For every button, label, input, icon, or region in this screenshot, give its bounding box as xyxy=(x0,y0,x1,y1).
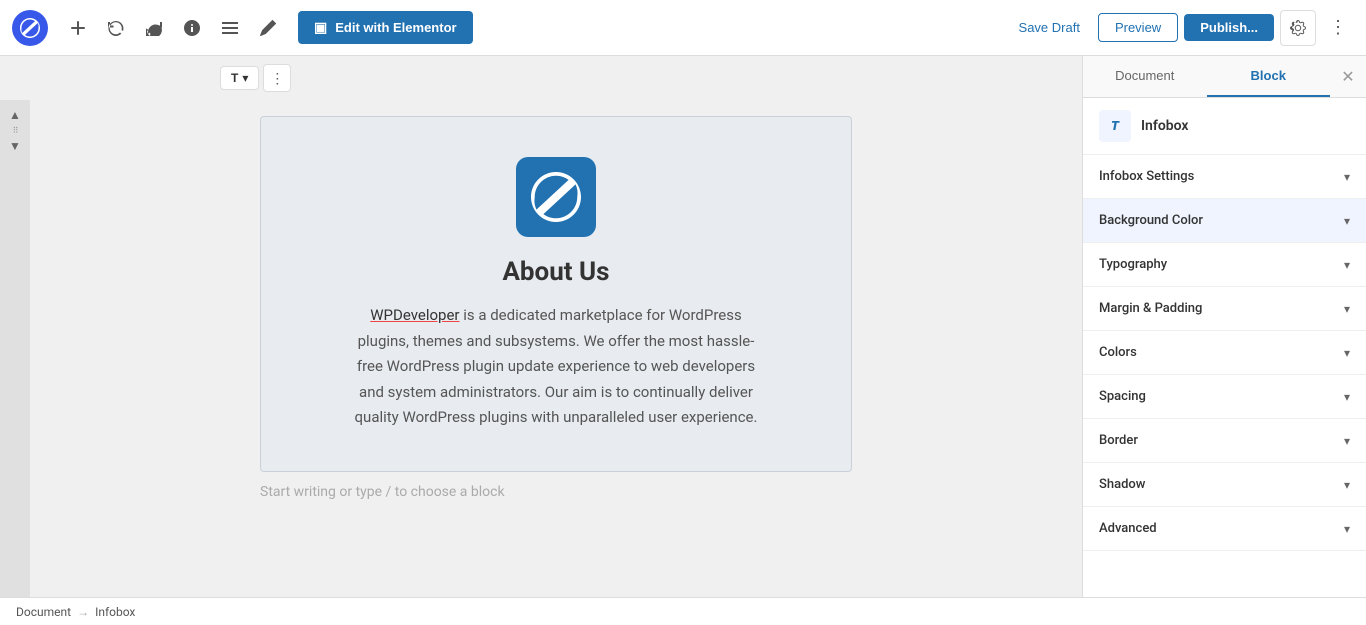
infobox-icon xyxy=(516,157,596,237)
accordion-label-colors: Colors xyxy=(1099,345,1137,360)
chevron-infobox-settings: ▾ xyxy=(1344,170,1350,184)
accordion-label-margin-padding: Margin & Padding xyxy=(1099,301,1202,316)
block-type-arrow: ▾ xyxy=(242,71,248,85)
accordion-header-border[interactable]: Border ▾ xyxy=(1083,419,1366,462)
about-body: is a dedicated marketplace for WordPress… xyxy=(355,306,758,426)
accordion-header-typography[interactable]: Typography ▾ xyxy=(1083,243,1366,286)
accordion-header-infobox-settings[interactable]: Infobox Settings ▾ xyxy=(1083,155,1366,198)
accordion-typography: Typography ▾ xyxy=(1083,243,1366,287)
accordion-list: Infobox Settings ▾ Background Color ▾ Ty… xyxy=(1083,155,1366,597)
accordion-header-margin-padding[interactable]: Margin & Padding ▾ xyxy=(1083,287,1366,330)
chevron-margin-padding: ▾ xyxy=(1344,302,1350,316)
about-link[interactable]: WPDeveloper xyxy=(370,306,459,324)
chevron-background-color: ▾ xyxy=(1344,214,1350,228)
accordion-header-colors[interactable]: Colors ▾ xyxy=(1083,331,1366,374)
close-icon: ✕ xyxy=(1341,67,1354,87)
accordion-shadow: Shadow ▾ xyxy=(1083,463,1366,507)
block-more-options-button[interactable]: ⋮ xyxy=(263,64,291,92)
chevron-spacing: ▾ xyxy=(1344,390,1350,404)
edit-elementor-label: Edit with Elementor xyxy=(335,20,456,35)
block-toolbar: T ▾ ⋮ xyxy=(0,56,1082,100)
chevron-typography: ▾ xyxy=(1344,258,1350,272)
about-title: About Us xyxy=(502,257,609,287)
accordion-label-border: Border xyxy=(1099,433,1138,448)
breadcrumb-document[interactable]: Document xyxy=(16,605,71,619)
chevron-colors: ▾ xyxy=(1344,346,1350,360)
edit-icon-button[interactable] xyxy=(252,12,284,44)
info-button[interactable] xyxy=(176,12,208,44)
accordion-label-shadow: Shadow xyxy=(1099,477,1145,492)
block-type-button[interactable]: T ▾ xyxy=(220,66,259,90)
edit-with-elementor-button[interactable]: ▣ Edit with Elementor xyxy=(298,11,473,44)
publish-button[interactable]: Publish... xyxy=(1184,14,1274,41)
panel-close-button[interactable]: ✕ xyxy=(1330,56,1366,97)
accordion-spacing: Spacing ▾ xyxy=(1083,375,1366,419)
main-area: T ▾ ⋮ ▲ ⠿ ▼ xyxy=(0,56,1366,597)
editor-area: T ▾ ⋮ ▲ ⠿ ▼ xyxy=(0,56,1082,597)
block-type-icon: T xyxy=(1099,110,1131,142)
redo-button[interactable] xyxy=(138,12,170,44)
accordion-colors: Colors ▾ xyxy=(1083,331,1366,375)
undo-button[interactable] xyxy=(100,12,132,44)
about-text: WPDeveloper is a dedicated marketplace f… xyxy=(346,303,766,431)
start-writing-hint[interactable]: Start writing or type / to choose a bloc… xyxy=(30,472,1082,512)
chevron-advanced: ▾ xyxy=(1344,522,1350,536)
accordion-label-spacing: Spacing xyxy=(1099,389,1146,404)
accordion-header-spacing[interactable]: Spacing ▾ xyxy=(1083,375,1366,418)
wp-logo xyxy=(12,10,48,46)
ruler-up-arrow[interactable]: ▲ xyxy=(5,108,25,122)
accordion-label-advanced: Advanced xyxy=(1099,521,1157,536)
top-toolbar: ▣ Edit with Elementor Save Draft Preview… xyxy=(0,0,1366,56)
ruler-sidebar: ▲ ⠿ ▼ xyxy=(0,100,30,597)
list-view-button[interactable] xyxy=(214,12,246,44)
block-name-label: Infobox xyxy=(1141,118,1188,134)
more-options-button[interactable]: ⋮ xyxy=(1322,12,1354,44)
block-tab[interactable]: Block xyxy=(1207,56,1331,97)
settings-gear-button[interactable] xyxy=(1280,10,1316,46)
accordion-label-typography: Typography xyxy=(1099,257,1167,272)
breadcrumb-infobox[interactable]: Infobox xyxy=(95,605,135,619)
preview-button[interactable]: Preview xyxy=(1098,13,1178,42)
ruler-dots: ⠿ xyxy=(13,126,18,135)
accordion-margin-padding: Margin & Padding ▾ xyxy=(1083,287,1366,331)
accordion-infobox-settings: Infobox Settings ▾ xyxy=(1083,155,1366,199)
breadcrumb-arrow: → xyxy=(77,605,89,619)
accordion-header-background-color[interactable]: Background Color ▾ xyxy=(1083,199,1366,242)
add-block-button[interactable] xyxy=(62,12,94,44)
accordion-header-shadow[interactable]: Shadow ▾ xyxy=(1083,463,1366,506)
accordion-header-advanced[interactable]: Advanced ▾ xyxy=(1083,507,1366,550)
accordion-label-infobox-settings: Infobox Settings xyxy=(1099,169,1194,184)
elementor-icon: ▣ xyxy=(314,19,327,36)
save-draft-button[interactable]: Save Draft xyxy=(1007,14,1092,41)
panel-tabs: Document Block ✕ xyxy=(1083,56,1366,98)
bottom-bar: Document → Infobox xyxy=(0,597,1366,625)
ruler-down-arrow[interactable]: ▼ xyxy=(5,139,25,153)
right-panel: Document Block ✕ T Infobox Infobox Setti… xyxy=(1082,56,1366,597)
document-tab[interactable]: Document xyxy=(1083,56,1207,97)
block-type-label: T xyxy=(231,71,238,85)
accordion-label-background-color: Background Color xyxy=(1099,213,1203,228)
infobox-content-block: About Us WPDeveloper is a dedicated mark… xyxy=(260,116,852,472)
accordion-border: Border ▾ xyxy=(1083,419,1366,463)
block-indicator: T Infobox xyxy=(1083,98,1366,155)
chevron-border: ▾ xyxy=(1344,434,1350,448)
chevron-shadow: ▾ xyxy=(1344,478,1350,492)
accordion-background-color: Background Color ▾ xyxy=(1083,199,1366,243)
accordion-advanced: Advanced ▾ xyxy=(1083,507,1366,551)
